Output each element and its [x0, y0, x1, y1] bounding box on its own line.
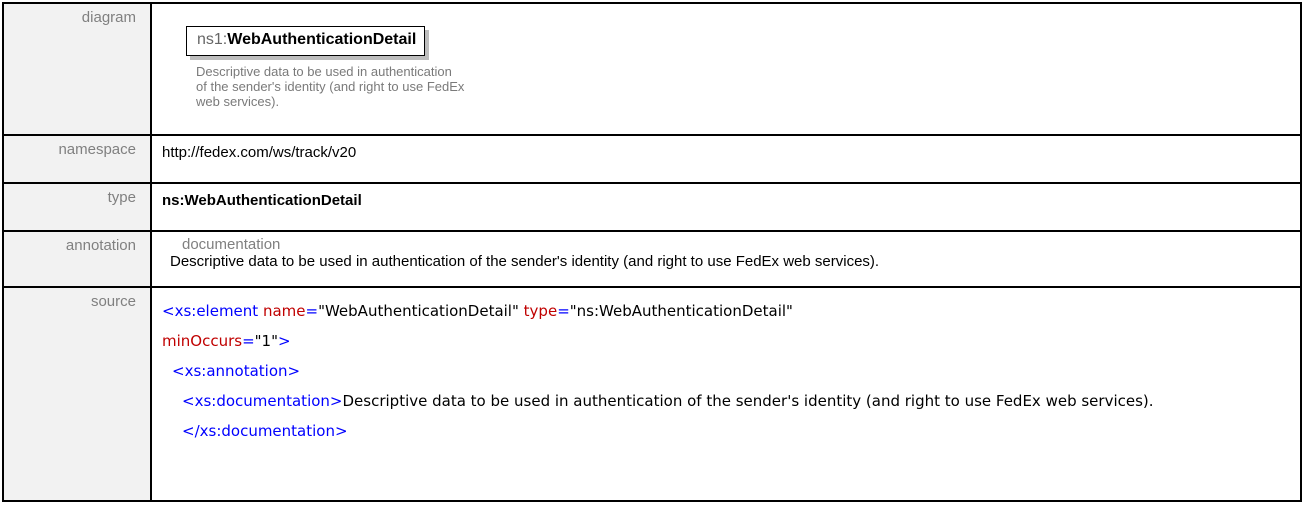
src-tag-element: <xs:element	[162, 302, 259, 320]
source-line-element: <xs:element name="WebAuthenticationDetai…	[162, 296, 1292, 356]
src-tag-documentation-close: </xs:documentation>	[182, 422, 348, 440]
label-diagram: diagram	[2, 2, 152, 136]
label-annotation: annotation	[2, 230, 152, 288]
source-line-documentation: <xs:documentation>Descriptive data to be…	[162, 386, 1282, 446]
src-close: >	[278, 332, 291, 350]
source-line-annotation: <xs:annotation>	[162, 356, 1292, 386]
diagram: ns1:WebAuthenticationDetail Descriptive …	[186, 26, 542, 109]
row-type: type ns:WebAuthenticationDetail	[2, 182, 1302, 232]
src-eq: =	[557, 302, 570, 320]
element-name: WebAuthenticationDetail	[227, 31, 417, 48]
diagram-cell: ns1:WebAuthenticationDetail Descriptive …	[150, 2, 1302, 136]
schema-doc-table: diagram ns1:WebAuthenticationDetail Desc…	[2, 2, 1302, 502]
label-namespace: namespace	[2, 134, 152, 184]
src-doc-text: Descriptive data to be used in authentic…	[342, 392, 1154, 410]
src-tag-documentation-open: <xs:documentation>	[182, 392, 343, 410]
element-box[interactable]: ns1:WebAuthenticationDetail	[186, 26, 426, 56]
annotation-heading: documentation	[182, 236, 281, 253]
row-annotation: annotation documentation Descriptive dat…	[2, 230, 1302, 288]
annotation-text: Descriptive data to be used in authentic…	[170, 253, 880, 270]
label-type: type	[2, 182, 152, 232]
src-tag-annotation: <xs:annotation>	[172, 362, 301, 380]
source-code: <xs:element name="WebAuthenticationDetai…	[150, 286, 1302, 502]
label-source: source	[2, 286, 152, 502]
namespace-value: http://fedex.com/ws/track/v20	[150, 134, 1302, 184]
row-diagram: diagram ns1:WebAuthenticationDetail Desc…	[2, 2, 1302, 136]
type-cell: ns:WebAuthenticationDetail	[150, 182, 1302, 232]
src-eq: =	[242, 332, 255, 350]
element-description: Descriptive data to be used in authentic…	[196, 64, 465, 109]
src-eq: =	[305, 302, 319, 320]
annotation-cell: documentation Descriptive data to be use…	[150, 230, 1302, 288]
src-val-name: "WebAuthenticationDetail"	[318, 302, 519, 320]
src-attr-minoccurs: minOccurs	[162, 332, 243, 350]
row-source: source <xs:element name="WebAuthenticati…	[2, 286, 1302, 502]
src-attr-type: type	[523, 302, 558, 320]
row-namespace: namespace http://fedex.com/ws/track/v20	[2, 134, 1302, 184]
src-val-min: "1"	[254, 332, 278, 350]
element-prefix: ns1:	[197, 31, 228, 48]
src-attr-name: name	[262, 302, 306, 320]
type-link[interactable]: ns:WebAuthenticationDetail	[162, 192, 362, 209]
src-val-type: "ns:WebAuthenticationDetail"	[569, 302, 793, 320]
